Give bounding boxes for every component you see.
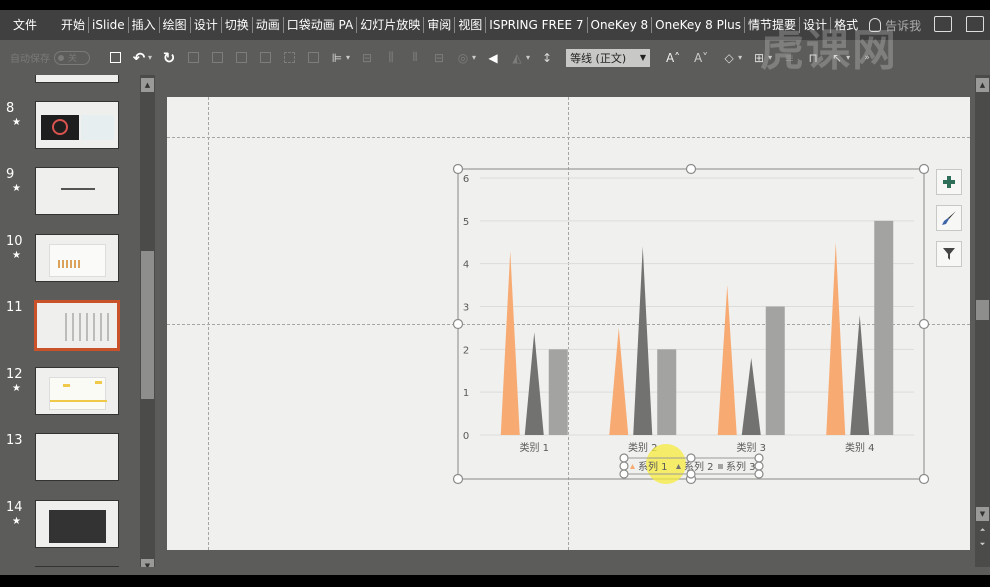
y-tick-label: 6 <box>463 174 469 185</box>
legend-resize-handle[interactable] <box>754 461 764 471</box>
bar-series-2-2[interactable] <box>633 246 653 435</box>
x-category-label: 类别 4 <box>845 441 875 454</box>
bar-series-1-4[interactable] <box>826 242 846 435</box>
y-tick-label: 0 <box>463 431 469 442</box>
resize-handle[interactable] <box>452 163 464 175</box>
next-slide-button[interactable]: ⏷ <box>976 537 989 551</box>
resize-handle[interactable] <box>918 473 930 485</box>
bar-series-1-1[interactable] <box>500 250 520 435</box>
powerpoint-window: 文件 开始 iSlide 插入 绘图 设计 切换 动画 口袋动画 PA 幻灯片放映 审阅 视图 ISPR… <box>0 0 990 587</box>
chart-elements-button[interactable] <box>936 169 962 195</box>
legend-entry[interactable]: 系列 3 <box>726 460 756 473</box>
chart-object[interactable]: 0123456类别 1 类别 2 类别 3 类别 4系列 1 系列 2 系列 3 <box>0 0 990 587</box>
legend-resize-handle[interactable] <box>754 453 764 463</box>
chart-styles-button[interactable] <box>936 205 962 231</box>
x-category-label: 类别 1 <box>519 441 549 454</box>
bar-series-3-4[interactable] <box>874 220 894 435</box>
previous-slide-button[interactable]: ⏶ <box>976 523 989 537</box>
main-scroll-up-button[interactable]: ▲ <box>976 78 989 92</box>
legend-resize-handle[interactable] <box>686 469 696 479</box>
x-category-label: 类别 3 <box>736 441 766 454</box>
chart-filters-button[interactable] <box>936 241 962 267</box>
y-tick-label: 3 <box>463 303 469 314</box>
legend-marker-series-3 <box>718 464 723 469</box>
paintbrush-icon <box>942 211 956 225</box>
resize-handle[interactable] <box>918 318 930 330</box>
main-scroll-down-button[interactable]: ▼ <box>976 507 989 521</box>
legend-resize-handle[interactable] <box>754 469 764 479</box>
y-tick-label: 2 <box>463 345 469 356</box>
resize-handle[interactable] <box>452 318 464 330</box>
resize-handle[interactable] <box>452 473 464 485</box>
main-scrollbar-thumb[interactable] <box>976 300 989 320</box>
bar-series-3-1[interactable] <box>548 349 568 435</box>
y-tick-label: 5 <box>463 217 469 228</box>
filter-icon <box>943 248 955 260</box>
legend-resize-handle[interactable] <box>619 461 629 471</box>
plus-icon <box>943 176 955 188</box>
bar-series-2-1[interactable] <box>524 332 544 435</box>
status-strip <box>0 567 990 587</box>
y-tick-label: 1 <box>463 388 469 399</box>
legend-resize-handle[interactable] <box>619 469 629 479</box>
bar-series-2-3[interactable] <box>741 357 761 435</box>
legend-resize-handle[interactable] <box>619 453 629 463</box>
status-bar <box>0 567 990 575</box>
slide-scrollbar[interactable]: ▲ ▼ ⏶ ⏷ <box>975 75 990 567</box>
bar-series-3-2[interactable] <box>657 349 677 435</box>
legend-entry[interactable]: 系列 1 <box>638 460 668 473</box>
resize-handle[interactable] <box>918 163 930 175</box>
y-tick-label: 4 <box>463 260 469 271</box>
bar-series-1-2[interactable] <box>609 327 629 435</box>
resize-handle[interactable] <box>685 163 697 175</box>
bar-series-2-4[interactable] <box>850 315 870 435</box>
legend-resize-handle[interactable] <box>686 453 696 463</box>
bar-series-3-3[interactable] <box>765 306 785 436</box>
bar-series-1-3[interactable] <box>717 285 737 435</box>
legend-marker-series-1 <box>630 464 635 469</box>
